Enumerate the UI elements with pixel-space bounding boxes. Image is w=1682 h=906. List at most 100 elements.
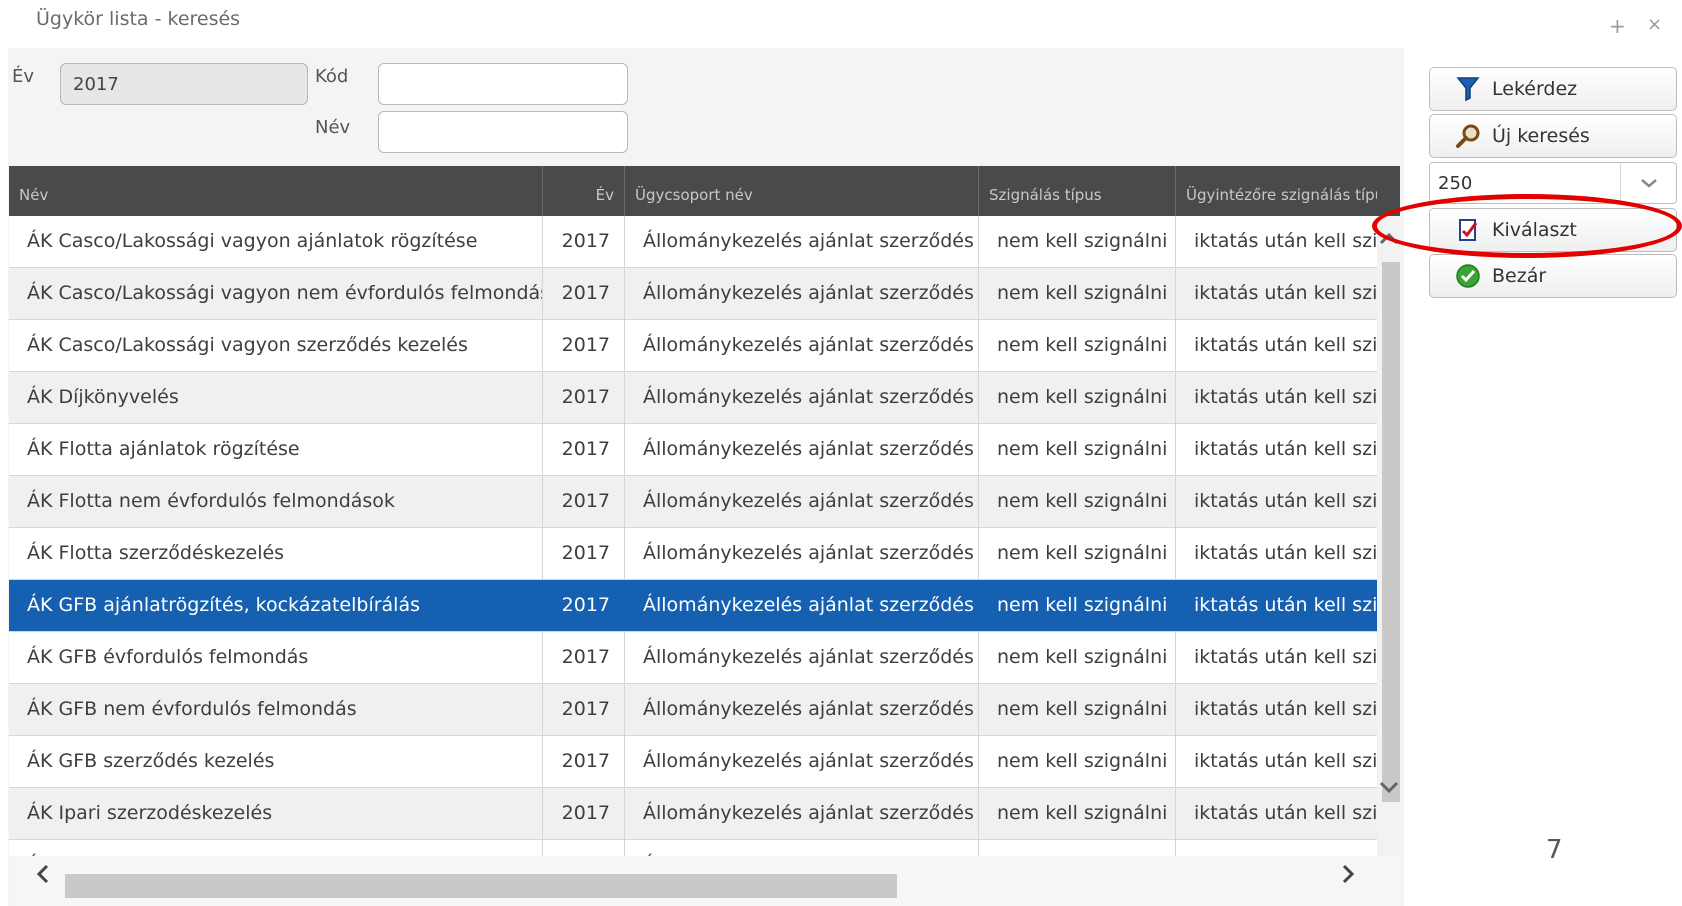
cell-group: Állománykezelés ajánlat szerződés	[625, 320, 979, 371]
cell-year: 2017	[543, 216, 625, 267]
query-button[interactable]: Lekérdez	[1429, 67, 1677, 111]
table-row[interactable]: ÁK GFB nem évfordulós felmondás 2017 Állom…	[9, 684, 1377, 736]
select-button[interactable]: Kiválaszt	[1429, 208, 1677, 252]
cell-group: Állománykezelés ajánlat szerződés	[625, 268, 979, 319]
cell-group: Állománykezelés ajánlat szerződés	[625, 372, 979, 423]
scroll-left-icon[interactable]	[35, 863, 51, 891]
cell-year: 2017	[543, 736, 625, 787]
cell-group: Állománykezelés ajánlat szerződés	[625, 216, 979, 267]
cell-officer-assign-type: iktatás után kell szignálni	[1194, 230, 1377, 252]
table-row[interactable]: ÁK Casco/Lakossági vagyon ajánlatok rögz…	[9, 216, 1377, 268]
window-title: Ügykör lista - keresés	[36, 8, 241, 30]
column-header-name[interactable]: Név	[9, 166, 543, 216]
close-button[interactable]: Bezár	[1429, 254, 1677, 298]
cell-year: 2017	[543, 684, 625, 735]
table-row[interactable]: ÁK Flotta ajánlatok rögzítése 2017 Állomán…	[9, 424, 1377, 476]
new-search-button[interactable]: Új keresés	[1429, 114, 1677, 158]
cell-name: ÁK Flotta szerződéskezelés	[9, 528, 543, 579]
grid-rows: ÁK Casco/Lakossági vagyon ajánlatok rögz…	[9, 216, 1377, 892]
maximize-icon[interactable]: +	[1609, 14, 1626, 38]
column-header-assign-type[interactable]: Szignálás típus	[979, 166, 1176, 216]
cell-officer-assign-type: iktatás után kell szignálni	[1194, 282, 1377, 304]
cell-year: 2017	[543, 424, 625, 475]
cell-year: 2017	[543, 580, 625, 631]
table-row[interactable]: ÁK Ipari szerzodéskezelés 2017 Állománykez…	[9, 788, 1377, 840]
cell-assign-type: nem kell szignálni	[979, 476, 1176, 527]
cell-assign-type: nem kell szignálni	[979, 788, 1176, 839]
dialog-window: Ügykör lista - keresés + × Év Kód Név Né…	[0, 0, 1682, 906]
check-circle-icon	[1454, 262, 1482, 290]
magnifier-icon	[1454, 122, 1482, 150]
grid-header: Név Év Ügycsoport név Szignálás típus Üg…	[9, 166, 1400, 216]
table-row[interactable]: ÁK Díjkönyvelés 2017 Állománykezelés ajánl…	[9, 372, 1377, 424]
select-button-label: Kiválaszt	[1492, 219, 1577, 241]
filter-icon	[1454, 75, 1482, 103]
cell-name: ÁK GFB szerződés kezelés	[9, 736, 543, 787]
cell-assign-type: nem kell szignálni	[979, 632, 1176, 683]
cell-assign-type: nem kell szignálni	[979, 320, 1176, 371]
cell-name: ÁK Casco/Lakossági vagyon nem évfordulós…	[9, 268, 543, 319]
cell-officer-assign-type: iktatás után kell szignálni	[1194, 490, 1377, 512]
cell-group: Állománykezelés ajánlat szerződés	[625, 788, 979, 839]
cell-assign-type: nem kell szignálni	[979, 684, 1176, 735]
cell-group: Állománykezelés ajánlat szerződés	[625, 528, 979, 579]
cell-officer-assign-type: iktatás után kell szignálni	[1194, 698, 1377, 720]
cell-name: ÁK GFB nem évfordulós felmondás	[9, 684, 543, 735]
cell-officer-assign-type: iktatás után kell szignálni	[1194, 750, 1377, 772]
vertical-scroll-thumb[interactable]	[1382, 262, 1400, 802]
table-row[interactable]: ÁK Casco/Lakossági vagyon szerződés keze…	[9, 320, 1377, 372]
year-label: Év	[12, 66, 35, 87]
query-button-label: Lekérdez	[1492, 78, 1578, 100]
cell-group: Állománykezelés ajánlat szerződés	[625, 580, 979, 631]
close-button-label: Bezár	[1492, 265, 1547, 287]
code-input[interactable]	[378, 63, 628, 105]
cell-officer-assign-type: iktatás után kell szignálni	[1194, 438, 1377, 460]
cell-group: Állománykezelés ajánlat szerződés	[625, 632, 979, 683]
name-input[interactable]	[378, 111, 628, 153]
select-document-icon	[1454, 216, 1482, 244]
code-label: Kód	[315, 66, 349, 87]
cell-officer-assign-type: iktatás után kell szignálni	[1194, 386, 1377, 408]
table-row[interactable]: ÁK GFB ajánlatrögzítés, kockázatelbírálá…	[9, 580, 1377, 632]
cell-assign-type: nem kell szignálni	[979, 216, 1176, 267]
table-row[interactable]: ÁK Flotta nem évfordulós felmondások 2017…	[9, 476, 1377, 528]
cell-year: 2017	[543, 632, 625, 683]
chevron-down-icon[interactable]	[1620, 162, 1677, 204]
cell-group: Állománykezelés ajánlat szerződés	[625, 736, 979, 787]
cell-assign-type: nem kell szignálni	[979, 372, 1176, 423]
cell-name: ÁK Ipari szerzodéskezelés	[9, 788, 543, 839]
cell-group: Állománykezelés ajánlat szerződés	[625, 684, 979, 735]
cell-name: ÁK GFB ajánlatrögzítés, kockázatelbírálá…	[9, 580, 543, 631]
cell-name: ÁK GFB évfordulós felmondás	[9, 632, 543, 683]
column-header-officer-assign-type[interactable]: Ügyintézőre szignálás típus	[1176, 166, 1377, 216]
scroll-down-icon[interactable]	[1378, 776, 1400, 800]
table-row[interactable]: ÁK Flotta szerződéskezelés 2017 Állományke…	[9, 528, 1377, 580]
cell-group: Állománykezelés ajánlat szerződés	[625, 424, 979, 475]
table-row[interactable]: ÁK GFB szerződés kezelés 2017 Állománykeze…	[9, 736, 1377, 788]
cell-name: ÁK Flotta nem évfordulós felmondások	[9, 476, 543, 527]
column-header-year[interactable]: Év	[543, 166, 625, 216]
cell-year: 2017	[543, 788, 625, 839]
cell-name: ÁK Díjkönyvelés	[9, 372, 543, 423]
cell-year: 2017	[543, 372, 625, 423]
cell-officer-assign-type: iktatás után kell szignálni	[1194, 594, 1377, 616]
scroll-right-icon[interactable]	[1340, 863, 1356, 891]
table-row[interactable]: ÁK Casco/Lakossági vagyon nem évfordulós…	[9, 268, 1377, 320]
name-label: Név	[315, 117, 351, 138]
cell-officer-assign-type: iktatás után kell szignálni	[1194, 334, 1377, 356]
cell-year: 2017	[543, 268, 625, 319]
cell-name: ÁK Casco/Lakossági vagyon szerződés keze…	[9, 320, 543, 371]
year-field	[60, 63, 308, 105]
cell-group: Állománykezelés ajánlat szerződés	[625, 476, 979, 527]
horizontal-scroll-thumb[interactable]	[65, 874, 897, 898]
cell-assign-type: nem kell szignálni	[979, 528, 1176, 579]
cell-assign-type: nem kell szignálni	[979, 736, 1176, 787]
scroll-up-icon[interactable]	[1378, 228, 1400, 252]
table-row[interactable]: ÁK GFB évfordulós felmondás 2017 Állományk…	[9, 632, 1377, 684]
cell-year: 2017	[543, 320, 625, 371]
page-number: 7	[1546, 835, 1563, 865]
column-header-group[interactable]: Ügycsoport név	[625, 166, 979, 216]
close-icon[interactable]: ×	[1647, 14, 1662, 35]
cell-name: ÁK Flotta ajánlatok rögzítése	[9, 424, 543, 475]
cell-name: ÁK Casco/Lakossági vagyon ajánlatok rögz…	[9, 216, 543, 267]
